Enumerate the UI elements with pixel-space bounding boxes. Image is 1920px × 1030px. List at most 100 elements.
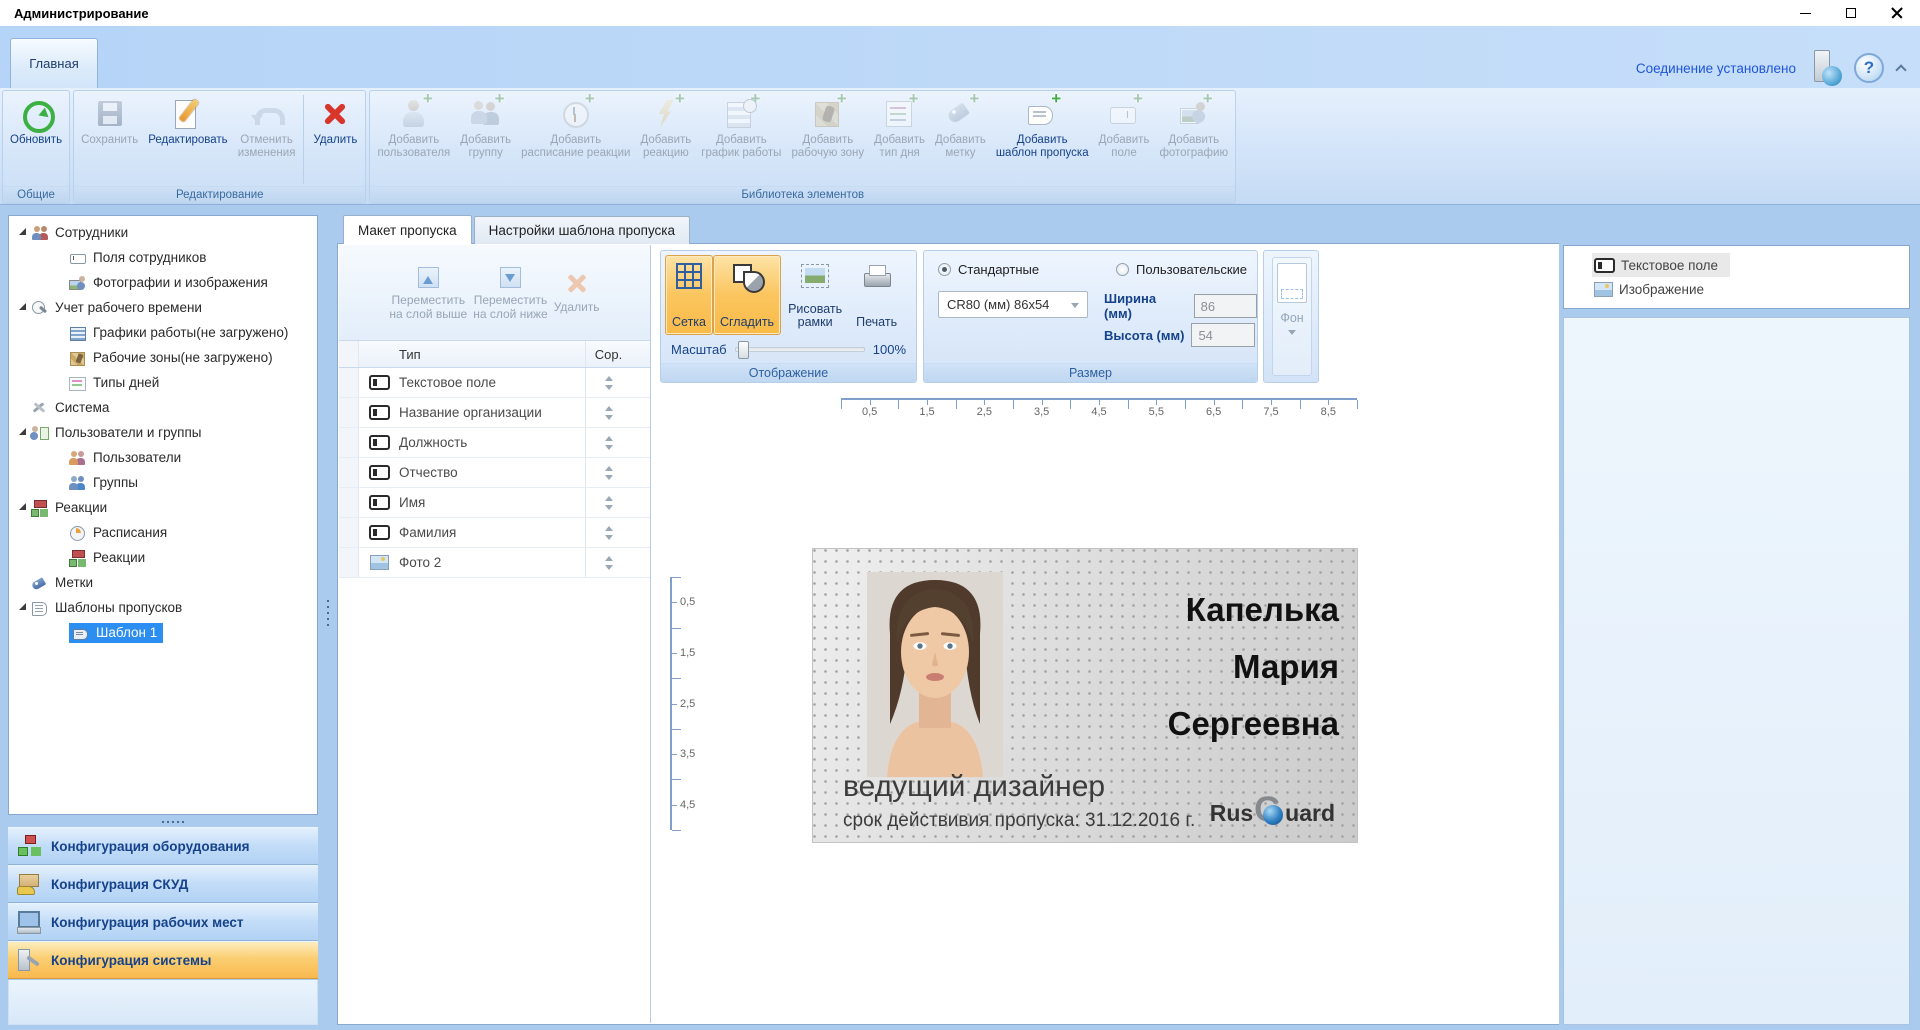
tree-splitter-grip[interactable] [8,817,318,826]
ribbon-tab-home[interactable]: Главная [10,38,98,88]
tree-item-work-zones[interactable]: Рабочие зоны(не загружено) [9,345,317,370]
custom-size-radio[interactable]: Пользовательские [1116,262,1247,277]
minimize-button[interactable] [1782,0,1828,26]
badge-name-block[interactable]: Капелька Мария Сергеевна [1168,581,1339,752]
sort-up-button[interactable] [605,462,613,471]
sort-up-button[interactable] [605,492,613,501]
draw-frames-button[interactable]: Рисоватьрамки [781,255,849,335]
add-reaction-schedule-button[interactable]: Добавитьрасписание реакции [516,93,635,186]
tree-item-employees[interactable]: Сотрудники [9,220,317,245]
sort-down-button[interactable] [605,415,613,424]
delete-button[interactable]: Удалить [307,93,363,186]
row-selector-cell[interactable] [339,518,359,547]
layer-row[interactable]: Отчество [339,458,650,488]
nav-button-system-config[interactable]: Конфигурация системы [8,941,318,979]
print-button[interactable]: Печать [849,255,904,335]
standard-size-radio[interactable]: Стандартные [938,262,1039,277]
scale-slider[interactable] [735,347,865,352]
row-selector-cell[interactable] [339,428,359,457]
layer-row[interactable]: Должность [339,428,650,458]
sort-up-button[interactable] [605,432,613,441]
grid-toggle-button[interactable]: Сетка [665,255,713,335]
add-photo-button[interactable]: Добавитьфотографию [1154,93,1233,186]
expander-icon[interactable] [19,428,26,435]
expander-icon[interactable] [19,228,26,235]
help-button[interactable] [1854,53,1884,83]
tree-item-groups[interactable]: Группы [9,470,317,495]
tree-item-schedules[interactable]: Расписания [9,520,317,545]
sort-up-button[interactable] [605,552,613,561]
sort-down-button[interactable] [605,385,613,394]
add-reaction-button[interactable]: Добавитьреакцию [635,93,696,186]
layer-row[interactable]: Текстовое поле [339,368,650,398]
tree-item-users[interactable]: Пользователи [9,445,317,470]
smooth-toggle-button[interactable]: Сгладить [713,255,781,335]
refresh-button[interactable]: Обновить [5,93,67,186]
toolbox-text-field[interactable]: Текстовое поле [1592,253,1730,277]
tree-item-badge-templates[interactable]: Шаблоны пропусков [9,595,317,620]
add-work-schedule-button[interactable]: Добавитьграфик работы [696,93,786,186]
layer-row[interactable]: Имя [339,488,650,518]
row-selector-cell[interactable] [339,368,359,397]
width-field[interactable]: 86 [1194,294,1257,318]
close-button[interactable] [1874,0,1920,26]
card-preset-select[interactable]: CR80 (мм) 86x54 [938,291,1088,318]
tree-item-system[interactable]: Система [9,395,317,420]
sort-down-button[interactable] [605,445,613,454]
background-button[interactable]: Фон [1272,257,1312,376]
expander-icon[interactable] [19,303,26,310]
expander-icon[interactable] [19,503,26,510]
collapse-ribbon-icon[interactable] [1894,63,1908,73]
badge-preview[interactable]: Капелька Мария Сергеевна ведущий дизайне… [813,549,1357,842]
row-selector-cell[interactable] [339,488,359,517]
badge-photo[interactable] [867,572,1003,777]
badge-position-text[interactable]: ведущий дизайнер [843,770,1105,804]
tree-item-reactions[interactable]: Реакции [9,495,317,520]
tree-item-work-schedules[interactable]: Графики работы(не загружено) [9,320,317,345]
order-column-header[interactable]: Сор. [585,341,631,367]
layer-row[interactable]: Фамилия [339,518,650,548]
toolbox-image[interactable]: Изображение [1592,277,1716,301]
add-work-zone-button[interactable]: Добавитьрабочую зону [786,93,869,186]
delete-layer-button[interactable]: Удалить [554,271,600,314]
tab-badge-layout[interactable]: Макет пропуска [343,215,472,244]
nav-button-hardware-config[interactable]: Конфигурация оборудования [8,827,318,865]
sort-up-button[interactable] [605,402,613,411]
add-field-button[interactable]: Добавитьполе [1094,93,1155,186]
row-selector-cell[interactable] [339,548,359,577]
add-badge-template-button[interactable]: Добавитьшаблон пропуска [991,93,1094,186]
row-selector-cell[interactable] [339,458,359,487]
tree-item-users-and-groups[interactable]: Пользователи и группы [9,420,317,445]
add-tag-button[interactable]: Добавитьметку [930,93,991,186]
nav-button-acs-config[interactable]: Конфигурация СКУД [8,865,318,903]
scale-slider-thumb[interactable] [738,341,749,359]
vertical-splitter[interactable] [322,215,334,1025]
tree-item-reactions-item[interactable]: Реакции [9,545,317,570]
sort-up-button[interactable] [605,522,613,531]
sort-down-button[interactable] [605,475,613,484]
nav-button-workstation-config[interactable]: Конфигурация рабочих мест [8,903,318,941]
add-group-button[interactable]: Добавитьгруппу [455,93,516,186]
tree-item-tags[interactable]: Метки [9,570,317,595]
type-column-header[interactable]: Тип [399,347,585,362]
tab-template-settings[interactable]: Настройки шаблона пропуска [474,216,690,244]
badge-validity-text[interactable]: срок действивия пропуска: 31.12.2016 г. [843,810,1195,832]
sort-down-button[interactable] [605,535,613,544]
add-day-type-button[interactable]: Добавитьтип дня [869,93,930,186]
tree-item-day-types[interactable]: Типы дней [9,370,317,395]
tree-item-employee-fields[interactable]: Поля сотрудников [9,245,317,270]
move-layer-down-button[interactable]: Переместитьна слой ниже [473,264,548,321]
tree-item-template-1[interactable]: Шаблон 1 [9,620,317,645]
tree-item-time-tracking[interactable]: Учет рабочего времени [9,295,317,320]
expander-icon[interactable] [19,603,26,610]
move-layer-up-button[interactable]: Переместитьна слой выше [389,264,467,321]
sort-down-button[interactable] [605,505,613,514]
row-selector-cell[interactable] [339,398,359,427]
maximize-button[interactable] [1828,0,1874,26]
edit-button[interactable]: Редактировать [143,93,232,186]
tree-item-photos-images[interactable]: Фотографии и изображения [9,270,317,295]
add-user-button[interactable]: Добавитьпользователя [372,93,455,186]
undo-changes-button[interactable]: Отменитьизменения [233,93,301,186]
sort-down-button[interactable] [605,565,613,574]
layer-row[interactable]: Фото 2 [339,548,650,578]
